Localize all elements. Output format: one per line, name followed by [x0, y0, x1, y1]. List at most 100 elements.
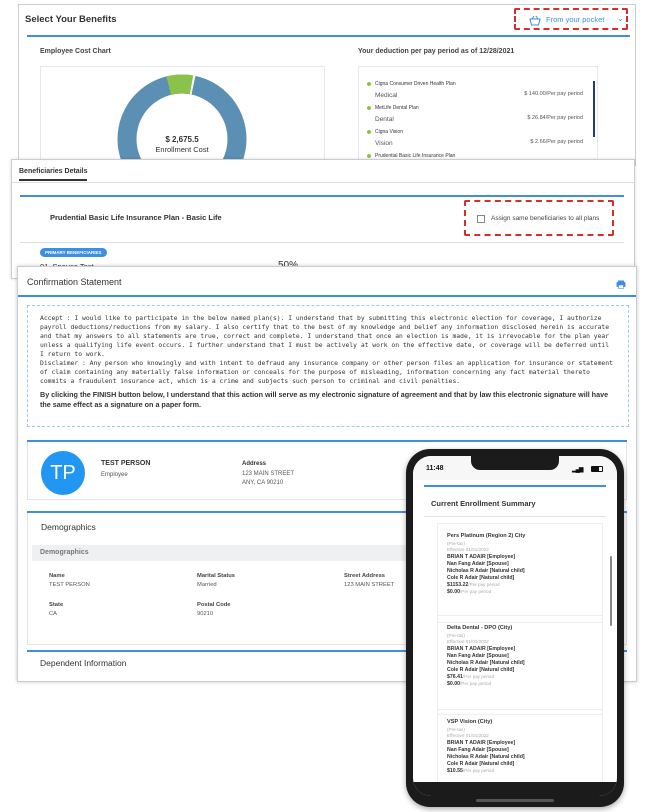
field-label-street: Street Address — [344, 573, 386, 579]
plan-row[interactable]: Cigna Vision Vision $ 2.66/Per pay perio… — [367, 128, 589, 150]
plan-cost-suffix: /Per pay period — [459, 681, 492, 686]
plan-status-dot — [367, 82, 371, 86]
deduction-scroll-indicator — [593, 81, 595, 137]
chevron-down-icon: ⌄ — [617, 14, 624, 23]
plan-type: Vision — [375, 140, 393, 147]
agreement-box: Accept : I would like to participate in … — [27, 305, 629, 427]
benefits-divider — [27, 35, 630, 37]
plan-card-member: Cole R Adair [Natural child] — [447, 575, 515, 581]
plan-card-effective: Effective 01/01/2022 — [447, 639, 489, 644]
plan-card-member: Nan Fang Adair [Spouse] — [447, 747, 509, 753]
plan-cost-amount: $1153.22 — [447, 582, 469, 588]
avatar: TP — [41, 451, 85, 495]
basket-icon — [529, 15, 541, 26]
notch — [471, 456, 559, 470]
summary-title: Current Enrollment Summary — [431, 499, 536, 508]
field-value-name: TEST PERSON — [49, 582, 90, 588]
address-label: Address — [242, 461, 267, 467]
field-label-postal: Postal Code — [197, 602, 231, 608]
disclaimer-text: Disclaimer : Any person who knowingly an… — [40, 360, 613, 385]
plan-amount: $ 26.84/Per pay period — [527, 115, 583, 121]
plan-cost-suffix: /Per pay period — [459, 589, 492, 594]
person-name: TEST PERSON — [101, 460, 151, 467]
address-line1: 123 MAIN STREET — [242, 471, 295, 477]
battery-icon — [591, 466, 603, 472]
assign-all-checkbox[interactable] — [477, 215, 485, 223]
demographics-subheader: Demographics — [40, 549, 89, 556]
cost-chart-box: $ 2,675.5 Enrollment Cost — [40, 66, 325, 167]
phone-frame: 11:48 ▂▄▆ Current Enrollment Summary Per… — [406, 449, 624, 807]
plan-name: Cigna Consumer Driven Health Plan — [375, 81, 456, 87]
deduction-list: Cigna Consumer Driven Health Plan Medica… — [358, 66, 598, 167]
primary-beneficiaries-badge: PRIMARY BENEFICIARIES — [40, 248, 107, 257]
plan-card-cost: $0.00/Per pay period — [447, 589, 491, 595]
plan-cost-amount: $76.41 — [447, 674, 463, 680]
plan-type: Dental — [375, 116, 394, 123]
plan-name: MetLife Dental Plan — [375, 105, 419, 111]
beneficiary-plan-title: Prudential Basic Life Insurance Plan - B… — [50, 213, 222, 222]
plan-amount: $ 140.00/Per pay period — [524, 91, 583, 97]
plan-card-member: Nicholas R Adair [Natural child] — [447, 660, 525, 666]
plan-card-member: Nan Fang Adair [Spouse] — [447, 561, 509, 567]
plan-status-dot — [367, 106, 371, 110]
cost-chart-title: Employee Cost Chart — [40, 48, 111, 55]
plan-card-member: Nan Fang Adair [Spouse] — [447, 653, 509, 659]
person-role: Employee — [101, 472, 128, 478]
summary-scrollbar[interactable] — [610, 556, 612, 626]
field-value-marital: Married — [197, 582, 217, 588]
plan-cost-suffix: /Per pay period — [462, 768, 495, 773]
finish-text: By clicking the FINISH button below, I u… — [40, 390, 609, 409]
plan-card-effective: Effective 01/01/2022 — [447, 733, 489, 738]
plan-card-member: Nicholas R Adair [Natural child] — [447, 568, 525, 574]
summary-rule — [424, 516, 606, 517]
tab-beneficiaries[interactable]: Beneficiaries Details — [19, 168, 88, 181]
plan-card-member: BRIAN T ADAIR [Employee] — [447, 740, 516, 746]
dependent-title: Dependent Information — [40, 658, 127, 668]
home-indicator[interactable] — [476, 799, 554, 802]
pocket-toggle[interactable]: From your pocket ⌄ — [514, 8, 628, 30]
plan-card-name: VSP Vision (City) — [447, 719, 493, 725]
plan-cost-suffix: /Per pay period — [462, 674, 495, 679]
print-icon[interactable] — [616, 280, 626, 289]
plan-card-effective: Effective 01/01/2022 — [447, 547, 489, 552]
home-indicator-bar — [413, 782, 617, 796]
accept-text: Accept : I would like to participate in … — [40, 315, 610, 358]
plan-card-name: Delta Dental - DPO (City) — [447, 625, 513, 631]
plan-row[interactable]: MetLife Dental Plan Dental $ 26.84/Per p… — [367, 104, 589, 126]
benefits-panel: Select Your Benefits From your pocket ⌄ … — [18, 4, 636, 167]
plan-cost-suffix: /Per pay period — [468, 582, 500, 587]
assign-all-checkbox-wrapper[interactable]: Assign same beneficiaries to all plans — [464, 200, 614, 236]
deduction-title: Your deduction per pay period as of 12/2… — [358, 48, 515, 55]
status-time: 11:48 — [426, 465, 444, 472]
plan-card-cost: $76.41/Per pay period — [447, 674, 494, 680]
plan-cost-amount: $0.00 — [447, 681, 460, 687]
field-value-state: CA — [49, 611, 58, 617]
confirmation-title: Confirmation Statement — [27, 277, 122, 287]
plan-cost-amount: $10.55 — [447, 768, 463, 774]
plan-card-member: Cole R Adair [Natural child] — [447, 667, 515, 673]
field-value-street: 123 MAIN STREET — [344, 582, 395, 588]
plan-row[interactable]: Cigna Consumer Driven Health Plan Medica… — [367, 80, 589, 102]
plan-status-dot — [367, 130, 371, 134]
assign-all-label: Assign same beneficiaries to all plans — [491, 215, 600, 222]
demographics-title: Demographics — [41, 522, 96, 532]
donut-main-segment — [117, 74, 247, 167]
tab-underline-full — [12, 182, 634, 183]
plan-name: Cigna Vision — [375, 129, 403, 135]
beneficiaries-divider — [20, 195, 624, 197]
plan-amount: $ 2.66/Per pay period — [530, 139, 583, 145]
phone-screen: 11:48 ▂▄▆ Current Enrollment Summary Per… — [413, 456, 617, 796]
field-label-state: State — [49, 602, 64, 608]
plan-type: Medical — [375, 92, 398, 99]
summary-top-line — [424, 485, 606, 487]
avatar-initials: TP — [50, 461, 76, 484]
field-label-name: Name — [49, 573, 65, 579]
address-line2: ANY, CA 90210 — [242, 480, 284, 486]
plan-status-dot — [367, 154, 371, 158]
confirmation-divider — [18, 295, 636, 297]
plan-card-member: Cole R Adair [Natural child] — [447, 761, 515, 767]
plan-card-cost: $1153.22/Per pay period — [447, 582, 500, 588]
plan-card-cost: $10.55/Per pay period — [447, 768, 494, 774]
plan-card-member: Nicholas R Adair [Natural child] — [447, 754, 525, 760]
plan-card-member: BRIAN T ADAIR [Employee] — [447, 554, 516, 560]
